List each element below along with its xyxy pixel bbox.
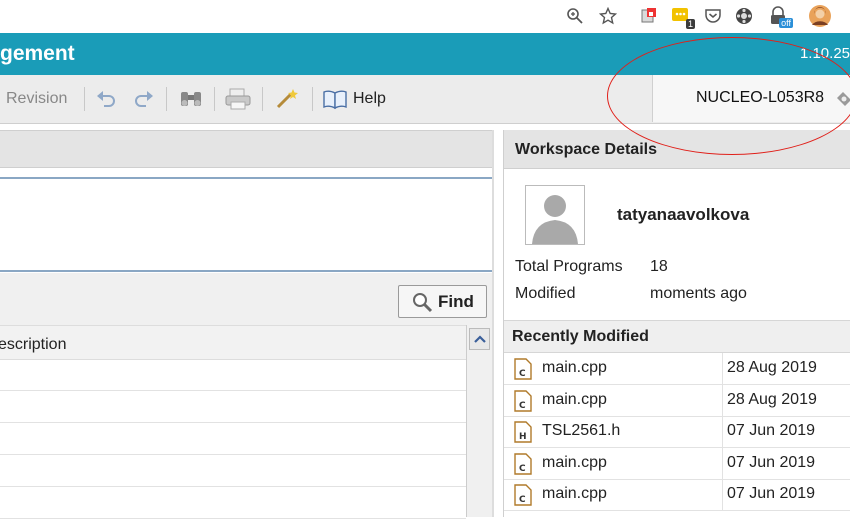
- pocket-icon[interactable]: [702, 5, 724, 27]
- toolbar-divider: [262, 87, 263, 111]
- column-divider: [722, 416, 723, 447]
- recently-modified-title: Recently Modified: [512, 328, 649, 345]
- avatar[interactable]: [525, 185, 585, 245]
- extension-badge-count: 1: [685, 19, 695, 29]
- table-row[interactable]: [0, 424, 466, 455]
- file-date: 28 Aug 2019: [727, 391, 817, 408]
- svg-text:C: C: [519, 369, 526, 379]
- extension-badge-icon[interactable]: 1: [670, 5, 695, 29]
- off-badge: off: [779, 18, 793, 28]
- cpp-file-icon: C: [514, 484, 532, 506]
- browser-toolbar: 1 off: [0, 0, 850, 33]
- recent-file-row[interactable]: C main.cpp 28 Aug 2019: [504, 353, 850, 385]
- table-row[interactable]: [0, 456, 466, 487]
- modified-label: Modified: [515, 285, 576, 302]
- modified-value: moments ago: [650, 285, 747, 302]
- revision-label: Revision: [6, 90, 68, 107]
- toolbar-divider: [84, 87, 85, 111]
- column-divider: [722, 479, 723, 510]
- print-icon[interactable]: [224, 87, 252, 111]
- annotation-ellipse: [607, 37, 850, 155]
- cpp-file-icon: C: [514, 358, 532, 380]
- app-title: gement: [0, 42, 75, 65]
- revision-button[interactable]: Revision: [6, 87, 67, 111]
- binoculars-icon[interactable]: [178, 87, 204, 111]
- column-divider: [722, 448, 723, 479]
- magic-wand-icon[interactable]: [274, 87, 300, 111]
- zoom-icon[interactable]: [564, 5, 586, 27]
- recent-file-row[interactable]: H TSL2561.h 07 Jun 2019: [504, 416, 850, 448]
- toolbar-divider: [312, 87, 313, 111]
- scrollbar[interactable]: [466, 325, 493, 517]
- recent-file-row[interactable]: C main.cpp 07 Jun 2019: [504, 479, 850, 511]
- extension-puzzle-icon[interactable]: [638, 5, 660, 27]
- svg-text:C: C: [519, 401, 526, 411]
- chevron-up-icon: [473, 335, 486, 343]
- file-date: 07 Jun 2019: [727, 485, 816, 502]
- total-programs-label: Total Programs: [515, 258, 623, 275]
- user-silhouette-icon: [526, 186, 584, 244]
- file-date: 07 Jun 2019: [727, 422, 816, 439]
- toolbar-divider: [166, 87, 167, 111]
- cpp-file-icon: C: [514, 453, 532, 475]
- star-icon[interactable]: [597, 5, 619, 27]
- file-name[interactable]: TSL2561.h: [542, 422, 620, 440]
- panel-divider: [492, 130, 494, 517]
- svg-text:C: C: [519, 464, 526, 474]
- find-label: Find: [438, 291, 474, 311]
- profile-avatar-icon[interactable]: [808, 4, 832, 28]
- find-button[interactable]: Find: [398, 285, 487, 318]
- toolbar-divider: [214, 87, 215, 111]
- table-row[interactable]: [0, 488, 466, 519]
- book-icon: [323, 90, 347, 110]
- magnifier-icon: [413, 292, 433, 312]
- file-name[interactable]: main.cpp: [542, 485, 607, 503]
- help-label: Help: [353, 90, 386, 107]
- total-programs-value: 18: [650, 258, 668, 275]
- svg-text:C: C: [519, 495, 526, 505]
- column-divider: [722, 385, 723, 416]
- undo-icon[interactable]: [96, 87, 118, 111]
- username[interactable]: tatyanaavolkova: [617, 205, 749, 225]
- film-icon[interactable]: [733, 5, 755, 27]
- svg-text:H: H: [519, 432, 527, 442]
- file-name[interactable]: main.cpp: [542, 454, 607, 472]
- table-row[interactable]: [0, 360, 466, 391]
- workspace-details-panel: Workspace Details tatyanaavolkova Total …: [503, 130, 850, 517]
- redo-icon[interactable]: [132, 87, 154, 111]
- recent-file-row[interactable]: C main.cpp 07 Jun 2019: [504, 448, 850, 480]
- left-panel-header: [0, 130, 494, 168]
- search-row: Find: [0, 273, 494, 325]
- column-header-description[interactable]: escription: [0, 336, 66, 354]
- table-row[interactable]: [0, 392, 466, 423]
- file-date: 07 Jun 2019: [727, 454, 816, 471]
- cpp-file-icon: C: [514, 390, 532, 412]
- file-date: 28 Aug 2019: [727, 359, 817, 376]
- header-file-icon: H: [514, 421, 532, 443]
- help-button[interactable]: Help: [322, 87, 386, 111]
- scroll-up-button[interactable]: [469, 328, 490, 350]
- recent-file-row[interactable]: C main.cpp 28 Aug 2019: [504, 385, 850, 417]
- file-name[interactable]: main.cpp: [542, 391, 607, 409]
- lock-off-icon[interactable]: off: [767, 5, 793, 28]
- program-description-box[interactable]: [0, 177, 494, 272]
- file-name[interactable]: main.cpp: [542, 359, 607, 377]
- recently-modified-header: Recently Modified: [504, 320, 850, 353]
- table-header: escription: [0, 325, 466, 360]
- workspace-details-title: Workspace Details: [515, 141, 657, 158]
- column-divider: [722, 353, 723, 384]
